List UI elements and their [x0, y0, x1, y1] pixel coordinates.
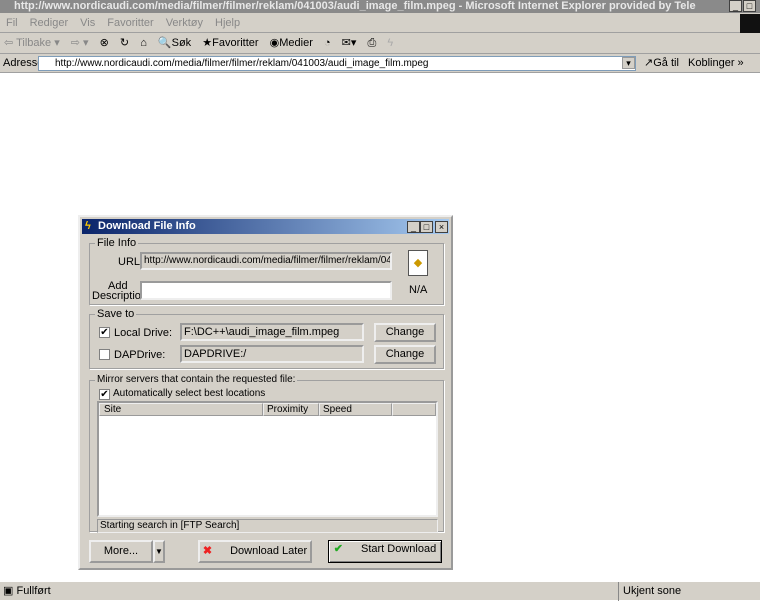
menu-file[interactable]: Fil [6, 17, 18, 29]
back-button[interactable]: ⇦ Tilbake ▾ [4, 37, 60, 49]
menu-tools[interactable]: Verktøy [166, 17, 203, 29]
maximize-button[interactable]: □ [743, 0, 756, 12]
dapdrive-checkbox[interactable] [99, 349, 110, 360]
refresh-icon[interactable]: ↻ [120, 37, 129, 49]
column-extra[interactable] [392, 403, 436, 416]
menu-help[interactable]: Hjelp [215, 17, 240, 29]
download-later-button[interactable]: ✖ Download Later [198, 540, 312, 563]
favorites-button[interactable]: ★Favoritter [202, 37, 258, 49]
check-icon: ✔ [333, 543, 343, 555]
dapdrive-path: DAPDRIVE:/ [180, 345, 364, 363]
windows-logo-icon [740, 14, 760, 33]
description-input[interactable] [140, 281, 392, 300]
dapdrive-label: DAPDrive: [114, 349, 166, 361]
minimize-button[interactable]: _ [729, 0, 742, 12]
url-field: http://www.nordicaudi.com/media/filmer/f… [140, 252, 392, 270]
home-icon[interactable]: ⌂ [140, 37, 147, 49]
stop-icon[interactable]: ⊗ [100, 37, 109, 49]
search-button[interactable]: 🔍Søk [158, 37, 191, 49]
start-download-button[interactable]: ✔ Start Download [328, 540, 442, 563]
column-speed[interactable]: Speed [319, 403, 392, 416]
list-header: Site Proximity Speed [99, 403, 436, 416]
change-local-button[interactable]: Change [374, 323, 436, 342]
column-site[interactable]: Site [99, 403, 263, 416]
file-info-legend: File Info [95, 237, 139, 249]
mirror-servers-legend: Mirror servers that contain the requeste… [95, 374, 298, 386]
toolbar: ⇦ Tilbake ▾ ⇨ ▾ ⊗ ↻ ⌂ 🔍Søk ★Favoritter ◉… [0, 33, 760, 54]
lightning-icon: ϟ [85, 220, 91, 232]
menu-edit[interactable]: Rediger [30, 17, 69, 29]
mail-icon[interactable]: ✉▾ [342, 37, 357, 49]
menu-favorites[interactable]: Favoritter [107, 17, 153, 29]
download-file-info-dialog: ϟ Download File Info _ □ × File Info URL … [78, 215, 453, 570]
dialog-title-bar: ϟ Download File Info [82, 219, 449, 234]
auto-select-label: Automatically select best locations [113, 388, 266, 399]
window-title: http://www.nordicaudi.com/media/filmer/f… [14, 0, 696, 12]
page-icon: ▣ [3, 585, 14, 597]
local-drive-label: Local Drive: [114, 327, 173, 339]
search-status: Starting search in [FTP Search] [97, 519, 438, 533]
history-icon[interactable]: ◔ [324, 37, 331, 49]
more-button[interactable]: More... [89, 540, 153, 563]
dialog-maximize-button[interactable]: □ [420, 221, 433, 233]
go-button[interactable]: ↗Gå til [644, 56, 679, 71]
x-icon: ✖ [202, 545, 213, 557]
address-input[interactable]: http://www.nordicaudi.com/media/filmer/f… [38, 56, 636, 71]
links-button[interactable]: Koblinger » [688, 56, 744, 71]
file-size: N/A [409, 284, 428, 296]
save-to-legend: Save to [95, 308, 137, 320]
change-dapdrive-button[interactable]: Change [374, 345, 436, 364]
dialog-close-button[interactable]: × [435, 221, 448, 233]
save-to-group: Save to ✔ Local Drive: F:\DC++\audi_imag… [89, 308, 444, 369]
more-dropdown-button[interactable]: ▼ [153, 540, 165, 563]
browser-title-bar: http://www.nordicaudi.com/media/filmer/f… [0, 0, 760, 13]
forward-button[interactable]: ⇨ ▾ [71, 37, 89, 49]
mirror-list[interactable]: Site Proximity Speed [97, 401, 438, 517]
status-text: Fullført [16, 585, 51, 597]
menu-view[interactable]: Vis [80, 17, 95, 29]
column-proximity[interactable]: Proximity [263, 403, 319, 416]
mirror-servers-group: Mirror servers that contain the requeste… [89, 374, 444, 533]
file-info-group: File Info URL http://www.nordicaudi.com/… [89, 237, 444, 305]
auto-select-checkbox[interactable]: ✔ [99, 389, 110, 400]
status-bar: ▣ Fullført Ukjent sone [0, 581, 760, 601]
menu-bar: Fil Rediger Vis Favoritter Verktøy Hjelp [0, 13, 760, 33]
dialog-minimize-button[interactable]: _ [407, 221, 420, 233]
print-icon[interactable]: ⎙ [367, 37, 376, 49]
lightning-icon[interactable]: ϟ [387, 37, 393, 49]
address-dropdown[interactable]: ▾ [622, 57, 635, 69]
local-drive-path: F:\DC++\audi_image_film.mpeg [180, 323, 364, 341]
url-label: URL [118, 256, 141, 268]
media-button[interactable]: ◉Medier [270, 37, 313, 49]
file-icon: ◆ [408, 250, 428, 276]
security-zone: Ukjent sone [618, 582, 681, 601]
local-drive-checkbox[interactable]: ✔ [99, 327, 110, 338]
